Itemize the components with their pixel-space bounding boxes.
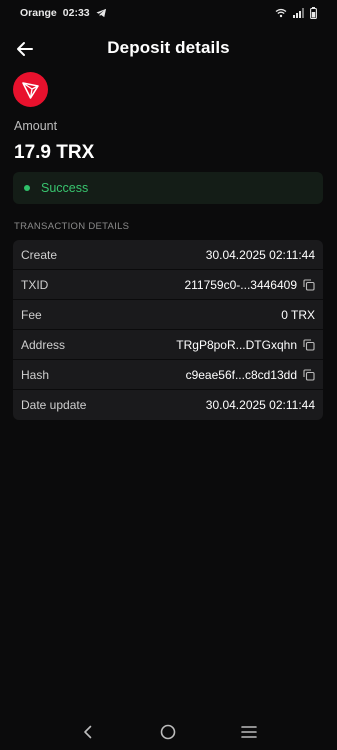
copy-icon[interactable] (303, 338, 315, 351)
status-right (275, 7, 317, 19)
success-dot-icon (24, 185, 30, 191)
transaction-details: Create 30.04.2025 02:11:44 TXID 211759c0… (13, 240, 323, 420)
telegram-icon (96, 8, 106, 18)
battery-icon (310, 7, 317, 19)
amount-value: 17.9 TRX (14, 142, 95, 163)
top-app-bar: Deposit details (0, 34, 337, 64)
detail-key: Hash (21, 367, 50, 382)
signal-icon (293, 8, 304, 18)
page-title: Deposit details (107, 38, 230, 57)
detail-value: 30.04.2025 02:11:44 (205, 247, 315, 262)
detail-row-address: Address TRgP8poR...DTGxqhn (13, 330, 323, 360)
detail-value: 0 TRX (281, 307, 315, 322)
home-nav-icon[interactable] (160, 724, 176, 740)
tron-icon (13, 72, 48, 107)
status-text: Success (41, 181, 89, 195)
detail-key: Date update (21, 398, 87, 412)
detail-key: TXID (21, 277, 49, 292)
detail-key: Create (21, 247, 58, 262)
status-badge: Success (13, 172, 323, 204)
detail-value: 211759c0-...3446409 (184, 277, 297, 292)
carrier-name: Orange (20, 7, 57, 19)
section-label: TRANSACTION DETAILS (14, 221, 130, 232)
copy-icon[interactable] (303, 278, 315, 291)
detail-row-fee: Fee 0 TRX (13, 300, 323, 330)
detail-key: Fee (21, 307, 42, 322)
recents-nav-icon[interactable] (240, 725, 257, 739)
detail-row-hash: Hash c9eae56f...c8cd13dd (13, 360, 323, 390)
detail-value: 30.04.2025 02:11:44 (205, 398, 315, 412)
detail-row-date-update: Date update 30.04.2025 02:11:44 (13, 390, 323, 420)
detail-row-txid: TXID 211759c0-...3446409 (13, 270, 323, 300)
clock: 02:33 (62, 7, 90, 19)
detail-row-create: Create 30.04.2025 02:11:44 (13, 240, 323, 270)
detail-value: TRgP8poR...DTGxqhn (176, 337, 297, 352)
detail-value: c9eae56f...c8cd13dd (185, 367, 297, 382)
system-nav-bar (0, 714, 337, 750)
detail-key: Address (21, 337, 66, 352)
wifi-icon (275, 8, 287, 18)
back-nav-icon[interactable] (81, 725, 95, 739)
amount-label: Amount (14, 119, 58, 133)
copy-icon[interactable] (303, 368, 315, 381)
status-left: Orange 02:33 (20, 7, 107, 19)
status-bar: Orange 02:33 (0, 0, 337, 26)
